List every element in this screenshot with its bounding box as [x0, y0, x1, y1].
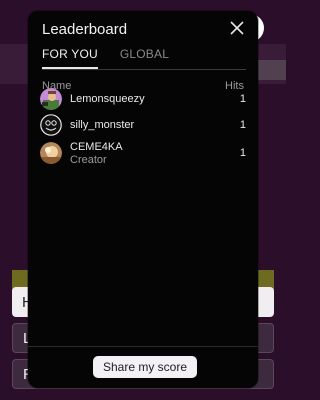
player-hits: 1 [239, 147, 246, 159]
share-score-button[interactable]: Share my score [93, 356, 197, 378]
player-name: silly_monster [70, 119, 135, 131]
player-role: Creator [70, 153, 107, 166]
leaderboard-modal: Leaderboard FOR YOU GLOBAL Name Hits Lem… [28, 11, 258, 388]
modal-title: Leaderboard [42, 21, 128, 38]
leaderboard-row: CEME4KA Creator 1 [40, 138, 246, 168]
player-hits: 1 [239, 93, 246, 105]
ceme4ka-avatar [40, 142, 62, 164]
tab-for-you[interactable]: FOR YOU [42, 47, 98, 69]
player-hits: 1 [239, 119, 246, 131]
player-name: Lemonsqueezy [70, 93, 145, 105]
leaderboard-row: silly_monster 1 [40, 112, 246, 138]
tabs-divider [42, 69, 246, 70]
monster-avatar [40, 114, 62, 136]
footer-divider [28, 346, 258, 347]
lemonsqueezy-avatar [40, 88, 62, 110]
leaderboard-tabs: FOR YOU GLOBAL [42, 47, 246, 69]
tab-global[interactable]: GLOBAL [120, 47, 169, 69]
leaderboard-row: Lemonsqueezy 1 [40, 86, 246, 112]
close-icon[interactable] [228, 19, 246, 37]
player-name: CEME4KA [70, 140, 123, 153]
